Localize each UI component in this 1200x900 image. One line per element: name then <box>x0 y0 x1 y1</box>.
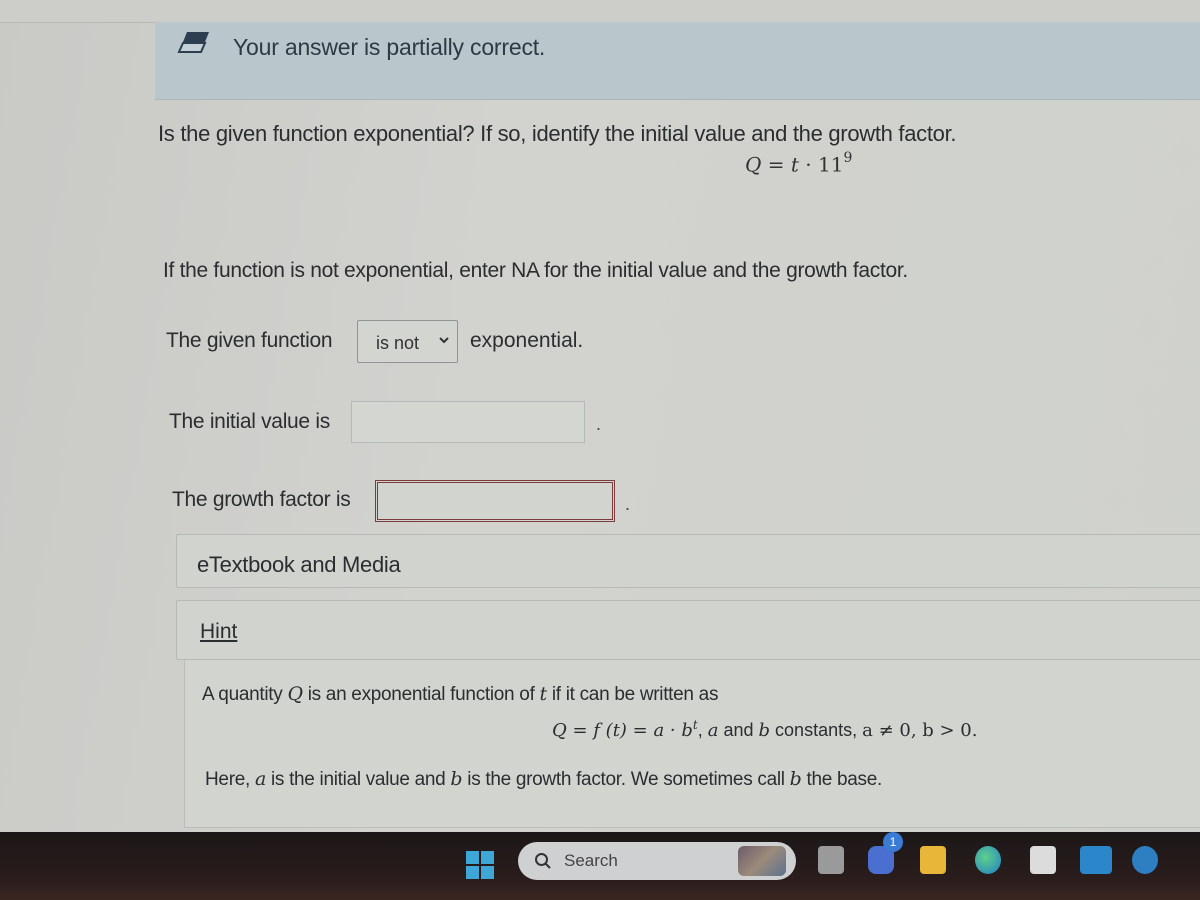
function-suffix: exponential. <box>470 329 584 352</box>
notification-badge: 1 <box>883 832 903 852</box>
hint-text: if it can be written as <box>546 684 719 705</box>
hint-text: , <box>697 720 708 740</box>
hint-var-b: b <box>789 768 802 790</box>
growth-factor-label: The growth factor is <box>172 488 351 511</box>
formula-base: 11 <box>818 152 844 177</box>
edge-icon[interactable] <box>975 846 1001 874</box>
microsoft-store-icon[interactable] <box>1030 846 1056 874</box>
function-label: The given function <box>166 329 333 352</box>
taskbar-search[interactable]: Search <box>518 842 796 880</box>
search-placeholder: Search <box>564 851 618 870</box>
initial-value-input[interactable] <box>351 401 585 443</box>
hint-text: is the growth factor. We sometimes call <box>462 769 790 790</box>
myhp-icon[interactable] <box>1080 846 1112 874</box>
growth-period: . <box>625 494 631 514</box>
exponential-select[interactable]: is not <box>357 320 458 363</box>
formula-lhs: Q <box>745 152 762 177</box>
initial-period: . <box>596 414 602 434</box>
feedback-banner: Your answer is partially correct. <box>155 22 1200 100</box>
formula-eq: = <box>767 152 785 177</box>
hint-text: Here, <box>205 769 255 790</box>
hint-condition: a ≠ 0, b > 0. <box>862 720 978 741</box>
etextbook-media-panel[interactable]: eTextbook and Media <box>176 534 1200 588</box>
search-highlight-image <box>738 846 786 876</box>
get-help-icon[interactable] <box>1132 846 1158 874</box>
formula-dot: · <box>805 152 812 177</box>
hint-link[interactable]: Hint <box>200 620 237 644</box>
hint-definition: A quantity Q is an exponential function … <box>202 683 718 706</box>
task-view-icon[interactable] <box>818 846 844 874</box>
formula-exponent: 9 <box>843 150 853 166</box>
hint-var-t: t <box>539 683 548 705</box>
hint-var-b: b <box>758 720 771 741</box>
hint-text: constants, <box>770 720 863 740</box>
initial-value-label: The initial value is <box>169 410 330 433</box>
instruction-note: If the function is not exponential, ente… <box>163 259 908 282</box>
search-icon <box>535 853 551 869</box>
hint-formula-main: Q = f (t) = a · b <box>552 720 693 741</box>
question-prompt: Is the given function exponential? If so… <box>158 121 957 146</box>
hint-text: is an exponential function of <box>302 684 540 705</box>
eraser-icon <box>177 32 209 53</box>
hint-text: is the initial value and <box>265 769 451 790</box>
feedback-message: Your answer is partially correct. <box>233 34 546 60</box>
hint-var-a: a <box>707 720 719 741</box>
formula-var: t <box>790 152 799 177</box>
hint-var-a: a <box>254 768 266 790</box>
hint-var-q: Q <box>287 683 303 705</box>
etextbook-media-label: eTextbook and Media <box>197 552 401 577</box>
file-explorer-icon[interactable] <box>920 846 946 874</box>
question-formula: Q = t · 119 <box>745 150 853 177</box>
hint-text: and <box>718 720 759 740</box>
select-value: is not <box>376 333 420 353</box>
hint-text: the base. <box>801 769 883 790</box>
browser-top-edge <box>0 0 1200 23</box>
hint-formula: Q = f (t) = a · bt, a and b constants, a… <box>552 718 977 741</box>
chevron-down-icon <box>439 337 449 344</box>
windows-start-icon[interactable] <box>466 851 494 879</box>
hint-panel: Hint <box>176 600 1200 660</box>
growth-factor-input[interactable] <box>375 480 615 522</box>
hint-explanation: Here, a is the initial value and b is th… <box>205 768 882 791</box>
hint-var-b: b <box>450 768 463 790</box>
hint-text: A quantity <box>202 684 288 705</box>
